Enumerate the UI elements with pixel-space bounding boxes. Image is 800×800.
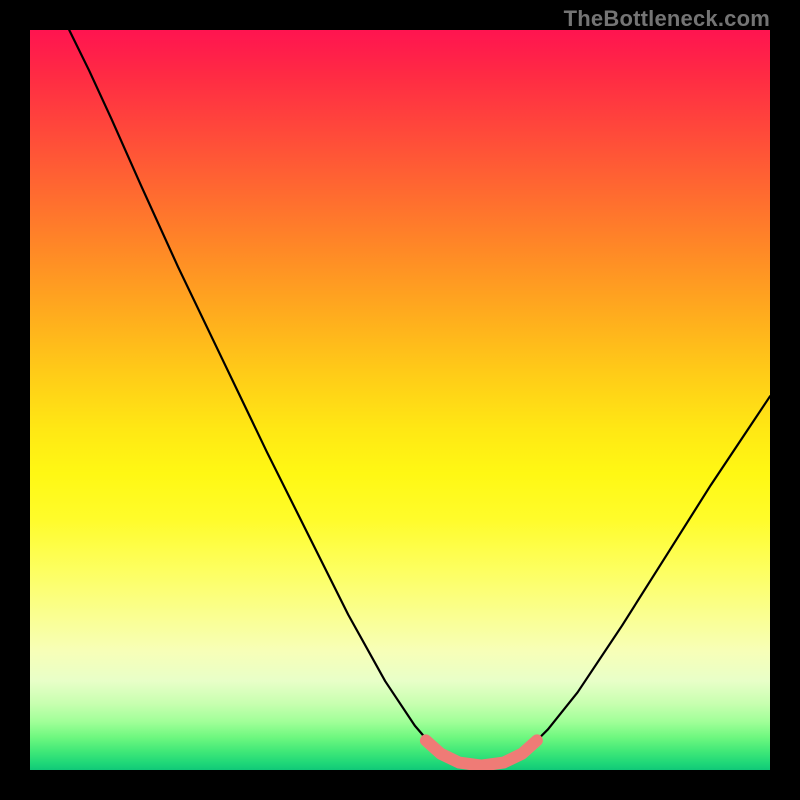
watermark: TheBottleneck.com bbox=[564, 6, 770, 32]
valley-highlight bbox=[426, 740, 537, 765]
bottleneck-curve bbox=[69, 30, 770, 766]
